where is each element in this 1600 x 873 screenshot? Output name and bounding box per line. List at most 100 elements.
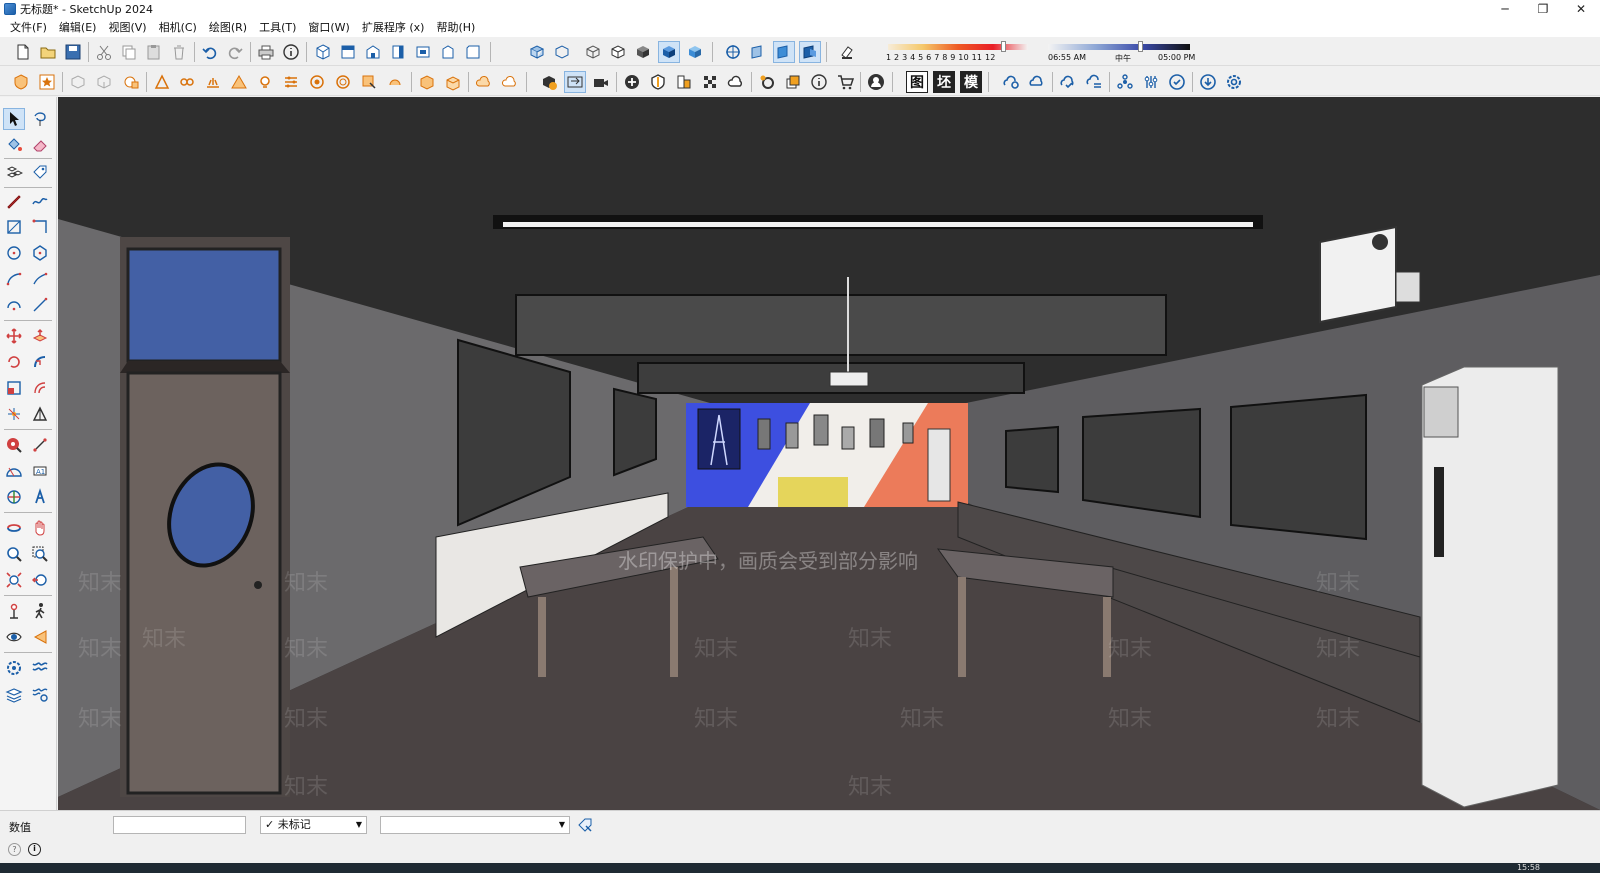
- two-point-arc-icon[interactable]: [29, 268, 51, 290]
- close-button[interactable]: ✕: [1562, 0, 1600, 18]
- look-around-icon[interactable]: [3, 626, 25, 648]
- ext-box-gray-icon[interactable]: [67, 71, 89, 93]
- eraser-icon[interactable]: [29, 134, 51, 156]
- paint-bucket-icon[interactable]: [3, 134, 25, 156]
- text-tool-icon[interactable]: A1: [29, 460, 51, 482]
- sandbox-smoove-icon[interactable]: [3, 657, 25, 679]
- ext-cursor-box-icon[interactable]: [358, 71, 380, 93]
- ext-package-icon[interactable]: [416, 71, 438, 93]
- rotate-icon[interactable]: [3, 351, 25, 373]
- minimize-button[interactable]: ─: [1486, 0, 1524, 18]
- active-tag-select[interactable]: ✓ 未标记 ▼: [260, 816, 367, 834]
- download-circle-icon[interactable]: [1197, 71, 1219, 93]
- sandbox-stamp-icon[interactable]: [29, 657, 51, 679]
- month-slider-thumb[interactable]: [1000, 41, 1006, 52]
- previous-view-icon[interactable]: [29, 569, 51, 591]
- ext-lock-icon[interactable]: [120, 71, 142, 93]
- shaded-with-textures-icon[interactable]: [658, 41, 680, 63]
- ext-gear-orange2-icon[interactable]: [332, 71, 354, 93]
- restore-button[interactable]: ❐: [1524, 0, 1562, 18]
- help-icon[interactable]: ?: [8, 843, 21, 856]
- tag-paint-icon[interactable]: [576, 816, 594, 834]
- ext-checker-icon[interactable]: [699, 71, 721, 93]
- ext-link-icon[interactable]: [176, 71, 198, 93]
- ext-info-dark-icon[interactable]: [808, 71, 830, 93]
- cut-icon[interactable]: [93, 41, 115, 63]
- menu-view[interactable]: 视图(V): [102, 18, 152, 37]
- pie-icon[interactable]: [29, 294, 51, 316]
- model-info-icon[interactable]: [280, 41, 302, 63]
- line-pencil-icon[interactable]: [3, 190, 25, 212]
- wireframe-icon[interactable]: [582, 41, 604, 63]
- ext-sliders-icon[interactable]: [280, 71, 302, 93]
- extension-warehouse-cart-icon[interactable]: [834, 71, 856, 93]
- ext-label-tu[interactable]: 图: [906, 71, 928, 93]
- monochrome-icon[interactable]: [684, 41, 706, 63]
- menu-help[interactable]: 帮助(H): [430, 18, 481, 37]
- shadows-toggle-icon[interactable]: [836, 41, 858, 63]
- cloud-check-icon[interactable]: [1057, 71, 1079, 93]
- ext-cloud-dark-icon[interactable]: [725, 71, 747, 93]
- ext-settings-dark-icon[interactable]: [756, 71, 778, 93]
- left-view-icon[interactable]: [437, 41, 459, 63]
- menu-extensions[interactable]: 扩展程序 (x): [356, 18, 431, 37]
- ext-cloud-box-icon[interactable]: [473, 71, 495, 93]
- menu-camera[interactable]: 相机(C): [153, 18, 203, 37]
- flip-icon[interactable]: [3, 403, 25, 425]
- 3d-viewport[interactable]: 水印保护中，画质会受到部分影响 知末 知末 知末 知末 知末 知末 知末 知末 …: [58, 97, 1600, 810]
- new-file-icon[interactable]: [12, 41, 34, 63]
- menu-file[interactable]: 文件(F): [4, 18, 53, 37]
- cloud-link-icon[interactable]: [1000, 71, 1022, 93]
- solid-tools-icon[interactable]: [29, 403, 51, 425]
- scale-icon[interactable]: [3, 377, 25, 399]
- pan-hand-icon[interactable]: [29, 517, 51, 539]
- info-icon[interactable]: i: [28, 843, 41, 856]
- zoom-window-icon[interactable]: [29, 543, 51, 565]
- position-camera-icon[interactable]: [3, 600, 25, 622]
- three-point-arc-icon[interactable]: [3, 294, 25, 316]
- status-check-icon[interactable]: [1166, 71, 1188, 93]
- ext-add-circle-icon[interactable]: [621, 71, 643, 93]
- select-tool-icon[interactable]: [3, 108, 25, 130]
- ext-warning-icon[interactable]: [228, 71, 250, 93]
- section-plane-tool-icon[interactable]: [29, 626, 51, 648]
- walk-icon[interactable]: [29, 600, 51, 622]
- polygon-icon[interactable]: [29, 242, 51, 264]
- account-user-icon[interactable]: [865, 71, 887, 93]
- lasso-select-icon[interactable]: [29, 108, 51, 130]
- xray-style-icon[interactable]: [526, 41, 548, 63]
- ext-sun-icon[interactable]: [202, 71, 224, 93]
- section-plane-icon[interactable]: [722, 41, 744, 63]
- open-folder-icon[interactable]: [37, 41, 59, 63]
- ext-paint-icon[interactable]: [384, 71, 406, 93]
- ext-bulb-icon[interactable]: [254, 71, 276, 93]
- circle-icon[interactable]: [3, 242, 25, 264]
- back-edges-icon[interactable]: [551, 41, 573, 63]
- shadow-month-slider[interactable]: [888, 44, 1028, 50]
- 3d-text-icon[interactable]: [29, 486, 51, 508]
- print-icon[interactable]: [255, 41, 277, 63]
- undo-icon[interactable]: [199, 41, 221, 63]
- menu-tools[interactable]: 工具(T): [253, 18, 302, 37]
- component-icon[interactable]: [3, 161, 25, 183]
- offset-icon[interactable]: [29, 377, 51, 399]
- cloud-share-icon[interactable]: [1026, 71, 1048, 93]
- redo-icon[interactable]: [224, 41, 246, 63]
- tag-tool-icon[interactable]: [29, 161, 51, 183]
- save-icon[interactable]: [62, 41, 84, 63]
- top-view-icon[interactable]: [337, 41, 359, 63]
- ext-cloud-upload-icon[interactable]: [499, 71, 521, 93]
- ext-swap-icon[interactable]: [564, 71, 586, 93]
- shadow-time-slider[interactable]: [1048, 44, 1190, 50]
- iso-view-icon[interactable]: [312, 41, 334, 63]
- zoom-icon[interactable]: [3, 543, 25, 565]
- push-pull-icon[interactable]: [29, 325, 51, 347]
- right-view-icon[interactable]: [387, 41, 409, 63]
- ext-package-open-icon[interactable]: [442, 71, 464, 93]
- ext-gear-orange-icon[interactable]: [306, 71, 328, 93]
- move-icon[interactable]: [3, 325, 25, 347]
- back-view-icon[interactable]: [412, 41, 434, 63]
- follow-me-icon[interactable]: [29, 351, 51, 373]
- terrain-gear-icon[interactable]: [29, 683, 51, 705]
- tape-measure-icon[interactable]: [3, 434, 25, 456]
